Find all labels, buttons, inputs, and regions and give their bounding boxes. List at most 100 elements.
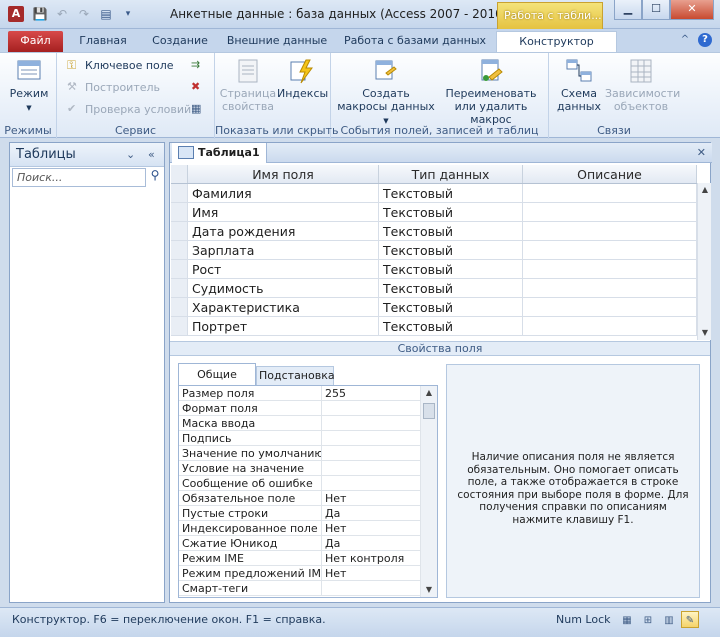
tab-database-tools[interactable]: Работа с базами данных	[340, 31, 490, 52]
table-row[interactable]: Рост Текстовый	[171, 260, 697, 279]
pivot-table-view-icon[interactable]: ⊞	[639, 611, 657, 628]
property-row[interactable]: Индексированное поле Нет	[179, 521, 437, 536]
table-row[interactable]: Зарплата Текстовый	[171, 241, 697, 260]
description-cell[interactable]	[523, 279, 697, 297]
field-name-cell[interactable]: Фамилия	[188, 184, 379, 202]
table-row[interactable]: Дата рождения Текстовый	[171, 222, 697, 241]
tab-home[interactable]: Главная	[68, 31, 138, 52]
property-value[interactable]	[322, 476, 418, 490]
property-row[interactable]: Условие на значение	[179, 461, 437, 476]
object-dependencies-button[interactable]: Зависимости объектов	[605, 57, 680, 113]
row-selector[interactable]	[171, 241, 188, 259]
nav-pane-collapse-icon[interactable]: «	[148, 148, 155, 161]
minimize-button[interactable]: ▁	[614, 0, 642, 20]
field-name-cell[interactable]: Характеристика	[188, 298, 379, 316]
data-type-cell[interactable]: Текстовый	[379, 260, 523, 278]
data-type-cell[interactable]: Текстовый	[379, 241, 523, 259]
modify-lookups-button[interactable]: ▦	[191, 102, 205, 116]
tab-general[interactable]: Общие	[178, 363, 256, 385]
property-value[interactable]	[322, 401, 418, 415]
property-row[interactable]: Смарт-теги	[179, 581, 437, 596]
datasheet-view-icon[interactable]: ▦	[618, 611, 636, 628]
column-header-description[interactable]: Описание	[523, 165, 697, 183]
pivot-chart-view-icon[interactable]: ▥	[660, 611, 678, 628]
property-row[interactable]: Сообщение об ошибке	[179, 476, 437, 491]
save-icon[interactable]: 💾	[32, 6, 48, 22]
scroll-up-arrow[interactable]: ▲	[698, 183, 712, 197]
builder-button[interactable]: ⚒ Построитель	[67, 80, 160, 94]
property-row[interactable]: Размер поля 255	[179, 386, 437, 401]
description-cell[interactable]	[523, 260, 697, 278]
mode-button[interactable]: Режим ▼	[8, 57, 50, 115]
description-cell[interactable]	[523, 241, 697, 259]
tab-design[interactable]: Конструктор	[496, 31, 617, 52]
field-name-cell[interactable]: Имя	[188, 203, 379, 221]
field-name-cell[interactable]: Судимость	[188, 279, 379, 297]
property-value[interactable]	[322, 461, 418, 475]
property-value[interactable]	[322, 416, 418, 430]
access-app-icon[interactable]: A	[8, 6, 24, 22]
property-row[interactable]: Обязательное поле Нет	[179, 491, 437, 506]
nav-search-input[interactable]: Поиск...	[12, 168, 146, 187]
description-cell[interactable]	[523, 317, 697, 335]
field-name-cell[interactable]: Дата рождения	[188, 222, 379, 240]
row-selector[interactable]	[171, 260, 188, 278]
data-type-cell[interactable]: Текстовый	[379, 279, 523, 297]
redo-icon[interactable]: ↷	[76, 6, 92, 22]
tab-lookup[interactable]: Подстановка	[256, 366, 335, 385]
print-preview-icon[interactable]: ▤	[98, 6, 114, 22]
search-icon[interactable]: ⚲	[147, 168, 163, 187]
property-value[interactable]: Да	[322, 536, 418, 550]
close-button[interactable]: ✕	[670, 0, 714, 20]
property-row[interactable]: Режим предложений IME Нет	[179, 566, 437, 581]
row-selector[interactable]	[171, 298, 188, 316]
properties-scroll-up[interactable]: ▲	[421, 386, 437, 400]
tab-external-data[interactable]: Внешние данные	[222, 31, 332, 52]
property-sheet-button[interactable]: Страница свойства	[219, 57, 277, 113]
table-row[interactable]: Фамилия Текстовый	[171, 184, 697, 203]
column-header-data-type[interactable]: Тип данных	[379, 165, 523, 183]
undo-icon[interactable]: ↶	[54, 6, 70, 22]
property-row[interactable]: Значение по умолчанию	[179, 446, 437, 461]
properties-scroll-thumb[interactable]	[423, 403, 435, 419]
help-icon[interactable]: ?	[698, 33, 712, 47]
tab-file[interactable]: Файл	[8, 31, 63, 52]
data-type-cell[interactable]: Текстовый	[379, 298, 523, 316]
data-type-cell[interactable]: Текстовый	[379, 203, 523, 221]
indexes-button[interactable]: Индексы	[277, 57, 328, 100]
property-row[interactable]: Формат поля	[179, 401, 437, 416]
properties-scrollbar[interactable]: ▲ ▼	[420, 386, 437, 597]
field-name-cell[interactable]: Зарплата	[188, 241, 379, 259]
nav-pane-menu-icon[interactable]: ⌄	[126, 148, 135, 161]
property-row[interactable]: Подпись	[179, 431, 437, 446]
key-field-button[interactable]: ⚿ Ключевое поле	[67, 58, 174, 72]
table-row[interactable]: Имя Текстовый	[171, 203, 697, 222]
property-value[interactable]: 255	[322, 386, 418, 400]
description-cell[interactable]	[523, 203, 697, 221]
property-value[interactable]: Нет	[322, 521, 418, 535]
rename-delete-macro-button[interactable]: Переименовать или удалить макрос	[435, 57, 547, 126]
scroll-down-arrow[interactable]: ▼	[698, 326, 712, 340]
property-value[interactable]	[322, 446, 418, 460]
field-name-cell[interactable]: Рост	[188, 260, 379, 278]
delete-rows-button[interactable]: ✖	[191, 80, 205, 94]
description-cell[interactable]	[523, 298, 697, 316]
insert-rows-button[interactable]: ⇉	[191, 58, 205, 72]
data-schema-button[interactable]: Схема данных	[553, 57, 605, 113]
property-value[interactable]: Нет	[322, 566, 418, 580]
nav-pane-header[interactable]: Таблицы ⌄ «	[10, 143, 164, 167]
property-value[interactable]: Нет контроля	[322, 551, 418, 565]
row-selector[interactable]	[171, 317, 188, 335]
create-data-macros-button[interactable]: Создать макросы данных ▼	[337, 57, 435, 128]
tab-create[interactable]: Создание	[140, 31, 220, 52]
close-document-icon[interactable]: ✕	[697, 146, 706, 159]
row-selector[interactable]	[171, 203, 188, 221]
check-rules-button[interactable]: ✔ Проверка условий	[67, 102, 191, 116]
table-row[interactable]: Портрет Текстовый	[171, 317, 697, 336]
property-value[interactable]: Да	[322, 506, 418, 520]
property-row[interactable]: Режим IME Нет контроля	[179, 551, 437, 566]
properties-scroll-down[interactable]: ▼	[421, 583, 437, 597]
column-header-field-name[interactable]: Имя поля	[188, 165, 379, 183]
maximize-button[interactable]: ☐	[642, 0, 670, 20]
table-row[interactable]: Судимость Текстовый	[171, 279, 697, 298]
